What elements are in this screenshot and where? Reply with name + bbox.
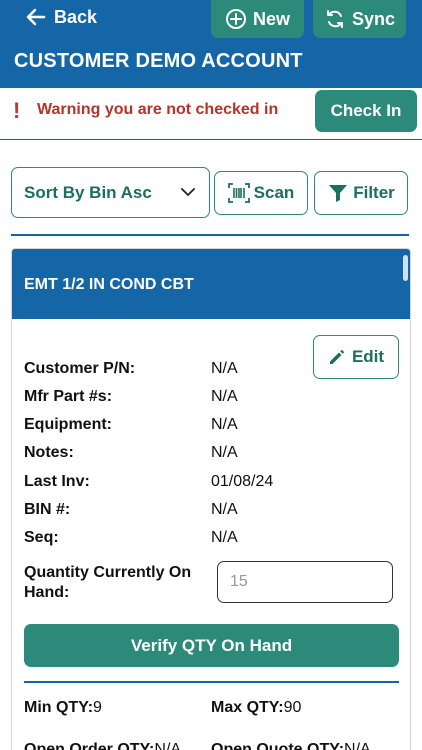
scrollbar[interactable] <box>403 255 408 281</box>
edit-button[interactable]: Edit <box>313 335 399 379</box>
verify-qty-button[interactable]: Verify QTY On Hand <box>24 624 399 667</box>
equipment-label: Equipment: <box>24 416 112 433</box>
seq-label: Seq: <box>24 529 59 546</box>
sync-label: Sync <box>351 8 396 29</box>
bin-label: BIN #: <box>24 501 71 518</box>
exclamation-icon: ! <box>13 98 21 123</box>
account-title: CUSTOMER DEMO ACCOUNT <box>14 50 303 72</box>
open-quote-qty: Open Quote QTY:N/A <box>211 741 371 750</box>
back-label: Back <box>54 6 98 27</box>
max-qty-label: Max QTY: <box>211 699 284 716</box>
open-order-label: Open Order QTY: <box>24 741 155 750</box>
top-bar: Back New Sync CUSTOMER DEMO ACCOUNT <box>0 0 422 88</box>
open-quote-value: N/A <box>344 741 371 750</box>
chevron-down-icon <box>181 188 195 196</box>
arrow-left-icon <box>26 8 46 26</box>
sort-select[interactable]: Sort By Bin Asc <box>11 167 210 218</box>
new-label: New <box>252 8 290 29</box>
mfr-part-value: N/A <box>211 388 238 405</box>
equipment-value: N/A <box>211 416 238 433</box>
edit-label: Edit <box>351 347 385 366</box>
check-in-button[interactable]: Check In <box>315 90 417 132</box>
bin-value: N/A <box>211 501 238 518</box>
min-qty-label: Min QTY: <box>24 699 94 716</box>
sync-icon <box>326 10 343 28</box>
warning-text: Warning you are not checked in <box>37 101 279 118</box>
customer-pn-label: Customer P/N: <box>24 360 136 377</box>
last-inv-label: Last Inv: <box>24 473 90 490</box>
max-qty-value: 90 <box>283 699 302 716</box>
new-button[interactable]: New <box>211 0 304 38</box>
notes-value: N/A <box>211 444 238 461</box>
quantity-on-hand-input[interactable] <box>217 561 393 603</box>
filter-label: Filter <box>353 183 395 202</box>
scan-label: Scan <box>253 183 295 202</box>
divider <box>11 234 409 236</box>
mfr-part-label: Mfr Part #s: <box>24 388 113 405</box>
pencil-icon <box>329 349 345 364</box>
notes-label: Notes: <box>24 444 74 461</box>
filter-icon <box>329 185 348 202</box>
min-qty: Min QTY:9 <box>24 699 102 717</box>
max-qty: Max QTY:90 <box>211 699 301 717</box>
barcode-scan-icon <box>227 183 250 203</box>
scan-button[interactable]: Scan <box>214 171 308 215</box>
plus-circle-icon <box>225 9 246 29</box>
min-qty-value: 9 <box>93 699 102 716</box>
last-inv-value: 01/08/24 <box>211 473 274 490</box>
check-in-warning: ! Warning you are not checked in Check I… <box>0 88 422 140</box>
sort-value: Sort By Bin Asc <box>24 182 152 202</box>
back-button[interactable]: Back <box>26 5 97 29</box>
customer-pn-value: N/A <box>211 360 238 377</box>
divider <box>24 681 399 683</box>
open-quote-label: Open Quote QTY: <box>211 741 345 750</box>
open-order-value: N/A <box>154 741 182 750</box>
item-card-header: EMT 1/2 IN COND CBT <box>12 249 410 319</box>
sync-button[interactable]: Sync <box>313 0 406 38</box>
filter-button[interactable]: Filter <box>314 171 408 215</box>
item-title: EMT 1/2 IN COND CBT <box>24 276 194 293</box>
item-card: EMT 1/2 IN COND CBT Edit Customer P/N: N… <box>11 248 411 750</box>
quantity-on-hand-label: Quantity Currently On Hand: <box>24 564 192 601</box>
seq-value: N/A <box>211 529 238 546</box>
open-order-qty: Open Order QTY:N/A <box>24 741 181 750</box>
